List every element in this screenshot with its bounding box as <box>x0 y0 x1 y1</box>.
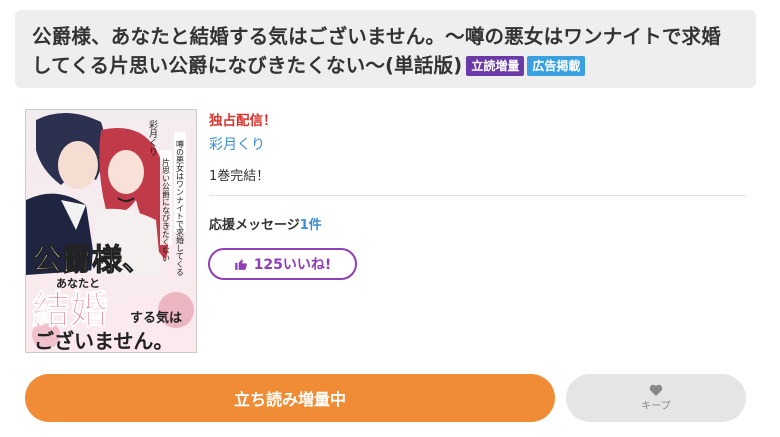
cover-author: 彩月くり <box>147 120 158 156</box>
book-cover[interactable]: 噂の悪女はワンナイトで求婚してくる 片思い公爵になびきたくない 彩月くり 公爵様… <box>25 109 197 353</box>
thumbs-up-icon <box>234 259 247 270</box>
badge-preview-extended: 立読増量 <box>466 56 525 76</box>
volume-status: 1巻完結！ <box>209 169 270 184</box>
read-preview-label: 立ち読み増量中 <box>233 390 346 409</box>
cover-title-5: ございません。 <box>34 329 173 352</box>
page-title: 公爵様、あなたと結婚する気はございません。〜噂の悪女はワンナイトで求婚してくる片… <box>32 22 740 80</box>
title-text: 公爵様、あなたと結婚する気はございません。〜噂の悪女はワンナイトで求婚してくる片… <box>32 25 721 77</box>
heart-icon <box>649 384 663 396</box>
title-header: 公爵様、あなたと結婚する気はございません。〜噂の悪女はワンナイトで求婚してくる片… <box>15 10 756 88</box>
like-count-label: 125いいね! <box>253 257 332 273</box>
cover-title-1: 公爵様、 <box>32 243 152 278</box>
like-button[interactable]: 125いいね! <box>208 248 357 280</box>
divider <box>209 195 746 196</box>
support-message-label: 応援メッセージ <box>209 218 300 233</box>
cover-title-4: する気は <box>130 310 182 326</box>
support-message-link[interactable]: 応援メッセージ1件 <box>209 214 322 233</box>
cover-illustration: 噂の悪女はワンナイトで求婚してくる 片思い公爵になびきたくない 彩月くり 公爵様… <box>26 110 196 352</box>
read-preview-button[interactable]: 立ち読み増量中 <box>25 374 555 422</box>
keep-button[interactable]: キープ <box>566 374 746 422</box>
cover-subtitle-2: 片思い公爵になびきたくない <box>162 157 171 262</box>
cover-title-3: 結婚 <box>32 287 108 332</box>
badge-advertised: 広告掲載 <box>527 56 586 76</box>
cover-subtitle-1: 噂の悪女はワンナイトで求婚してくる <box>176 139 185 276</box>
support-message-count: 1件 <box>299 218 322 233</box>
exclusive-label: 独占配信！ <box>209 113 277 129</box>
keep-label: キープ <box>641 401 671 412</box>
author-link[interactable]: 彩月くり <box>209 134 265 154</box>
